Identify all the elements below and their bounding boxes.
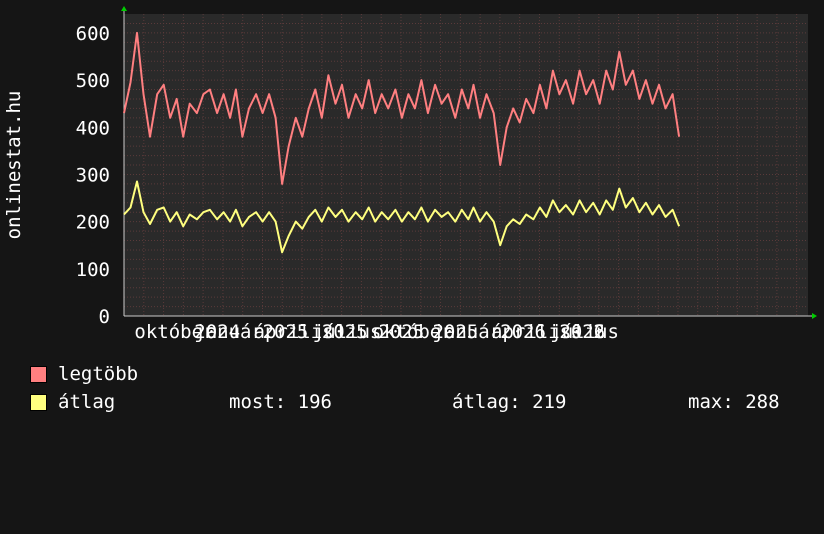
- x-tick-label: s 2: [570, 321, 604, 343]
- x-tick-label: 2025: [263, 321, 309, 343]
- legend-swatch-legtobb: [30, 366, 47, 383]
- x-tick-label: 2026: [500, 321, 546, 343]
- y-tick-label: 200: [76, 212, 110, 234]
- stat-max: max: 288: [688, 390, 780, 414]
- stat-most-label: most:: [229, 391, 287, 413]
- stat-max-label: max:: [688, 391, 734, 413]
- legend-label-legtobb: legtöbb: [58, 363, 139, 385]
- x-tick-label: 2025: [378, 321, 424, 343]
- legend-item-legtobb: legtöbb: [30, 362, 430, 386]
- stat-atlag-value: 219: [532, 391, 567, 413]
- y-tick-label: 300: [76, 164, 110, 186]
- y-tick-label: 400: [76, 117, 110, 139]
- x-axis-arrow: [812, 313, 817, 319]
- stat-atlag-label: átlag:: [452, 391, 521, 413]
- x-tick-label: 2024: [194, 321, 240, 343]
- stat-atlag: átlag: 219: [452, 390, 566, 414]
- stat-most-value: 196: [297, 391, 332, 413]
- legend-label-atlag: átlag: [58, 391, 116, 413]
- y-tick-label: 0: [99, 306, 110, 328]
- y-axis-arrow: [121, 6, 127, 11]
- stat-most: most: 196: [229, 390, 332, 414]
- stat-max-value: 288: [745, 391, 780, 413]
- y-tick-label: 600: [76, 23, 110, 45]
- y-tick-label: 100: [76, 259, 110, 281]
- x-tick-label: 2025: [322, 321, 368, 343]
- line-chart: 0100200300400500600onlinestat.huoktóberj…: [3, 6, 817, 343]
- y-axis-label: onlinestat.hu: [3, 91, 25, 240]
- y-tick-label: 500: [76, 70, 110, 92]
- legend-item-atlag: átlag most: 196 átlag: 219 max: 288: [30, 390, 810, 414]
- x-tick-label: 2025: [432, 321, 478, 343]
- legend-swatch-atlag: [30, 394, 47, 411]
